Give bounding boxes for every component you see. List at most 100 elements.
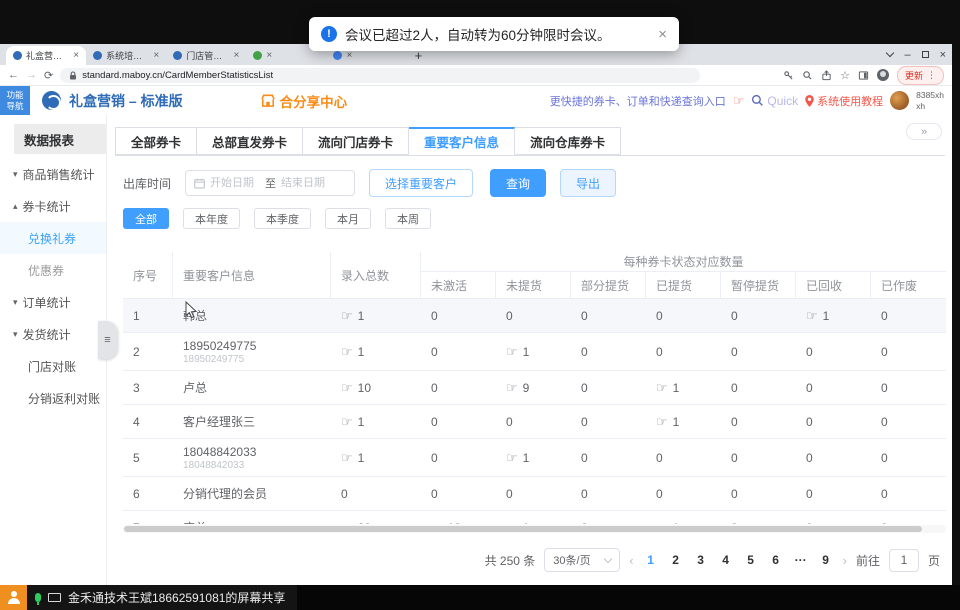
expand-panel-button[interactable]: » xyxy=(906,123,942,140)
browser-tab[interactable]: 礼盒营销平台管理中心× xyxy=(6,46,86,65)
value: 0 xyxy=(581,451,588,465)
tab-close-icon[interactable]: × xyxy=(266,50,272,61)
window-close-button[interactable]: × xyxy=(940,49,946,61)
share-center-link[interactable]: 合分享中心 xyxy=(261,91,348,111)
forward-icon[interactable]: → xyxy=(26,69,37,81)
browser-tab[interactable]: 门店管理中心× xyxy=(166,46,246,65)
browser-profile-icon[interactable] xyxy=(877,69,889,81)
quick-filter-button[interactable]: 全部 xyxy=(123,208,169,229)
export-button[interactable]: 导出 xyxy=(560,169,616,197)
microphone-icon[interactable] xyxy=(35,593,41,602)
filter-row: 出库时间 至 选择重要客户 查询 导出 xyxy=(115,169,952,197)
value: 0 xyxy=(731,487,738,501)
update-browser-button[interactable]: 更新⋮ xyxy=(897,66,944,85)
query-button[interactable]: 查询 xyxy=(490,169,546,197)
browser-tab[interactable]: 系统培训学习 × xyxy=(86,46,166,65)
pointer-hand-icon: ☞ xyxy=(806,309,818,322)
value: 0 xyxy=(431,345,438,359)
password-key-icon[interactable] xyxy=(783,70,794,81)
value: 1 xyxy=(673,381,680,395)
select-important-customer-button[interactable]: 选择重要客户 xyxy=(369,169,473,197)
quick-filter-button[interactable]: 本年度 xyxy=(183,208,240,229)
table-row[interactable]: 21895024977518950249775☞10☞100000 xyxy=(123,333,946,371)
content-tab[interactable]: 重要客户信息 xyxy=(409,127,515,155)
start-date-input[interactable] xyxy=(210,177,260,189)
table-row[interactable]: 6分销代理的会员00000000 xyxy=(123,477,946,511)
table-row[interactable]: 7唐总☞20☞18☞10☞1000 xyxy=(123,511,946,524)
content-tab[interactable]: 全部券卡 xyxy=(115,127,197,155)
sidebar-item-label: 券卡统计 xyxy=(23,198,71,215)
tab-close-icon[interactable]: × xyxy=(73,50,79,61)
sidebar-item[interactable]: 兑换礼券 xyxy=(0,222,106,254)
table-row[interactable]: 1韩总☞100000☞10 xyxy=(123,299,946,333)
page-number[interactable]: 2 xyxy=(668,553,684,567)
customer-cell: 分销代理的会员 xyxy=(173,485,331,502)
page-number[interactable]: 1 xyxy=(643,553,659,567)
tab-favicon-icon xyxy=(93,51,102,60)
tab-close-icon[interactable]: × xyxy=(153,50,159,61)
sidebar-item[interactable]: ▾发货统计 xyxy=(0,318,106,350)
horizontal-scrollbar[interactable] xyxy=(123,525,946,533)
content-tab[interactable]: 总部直发券卡 xyxy=(197,127,303,155)
prev-page-button[interactable]: ‹ xyxy=(629,553,633,568)
address-bar[interactable]: standard.maboy.cn/CardMemberStatisticsLi… xyxy=(60,68,700,83)
date-range-input[interactable]: 至 xyxy=(185,170,355,196)
reload-icon[interactable]: ⟳ xyxy=(44,69,53,82)
app-title: 礼盒营销 – 标准版 xyxy=(69,91,183,111)
user-avatar[interactable] xyxy=(890,91,909,110)
page-ellipsis[interactable]: ··· xyxy=(793,553,809,567)
goto-page-input[interactable] xyxy=(889,549,919,572)
end-date-input[interactable] xyxy=(281,177,331,189)
scrollbar-thumb[interactable] xyxy=(124,526,922,532)
quick-filter-button[interactable]: 本月 xyxy=(325,208,371,229)
table-row[interactable]: 4客户经理张三☞1000☞1000 xyxy=(123,405,946,439)
content-tab[interactable]: 流向门店券卡 xyxy=(303,127,409,155)
quick-search[interactable]: Quick xyxy=(751,94,798,108)
table-body: 1韩总☞100000☞1021895024977518950249775☞10☞… xyxy=(123,299,946,524)
value: 0 xyxy=(656,309,663,323)
sidebar-collapse-handle[interactable]: ≡ xyxy=(98,321,117,359)
value: 1 xyxy=(358,415,365,429)
pointer-hand-icon: ☞ xyxy=(341,415,353,428)
split-view-icon[interactable] xyxy=(858,70,869,81)
page-number[interactable]: 6 xyxy=(768,553,784,567)
function-nav-button[interactable]: 功能导航 xyxy=(0,86,30,115)
sidebar-item[interactable]: 门店对账 xyxy=(0,350,106,382)
table-row[interactable]: 51804884203318048842033☞10☞100000 xyxy=(123,439,946,477)
back-icon[interactable]: ← xyxy=(8,69,19,81)
share-icon[interactable] xyxy=(821,70,832,81)
zoom-icon[interactable] xyxy=(802,70,813,81)
tab-close-icon[interactable]: × xyxy=(346,50,352,61)
tab-search-chevron-icon[interactable] xyxy=(886,49,894,57)
table-row[interactable]: 3卢总☞100☞90☞1000 xyxy=(123,371,946,405)
page-number[interactable]: 5 xyxy=(743,553,759,567)
sidebar-item[interactable]: ▾商品销售统计 xyxy=(0,158,106,190)
content-tab[interactable]: 流向仓库券卡 xyxy=(515,127,621,155)
value-cell: ☞1 xyxy=(331,345,421,359)
page-number[interactable]: 9 xyxy=(818,553,834,567)
participant-icon[interactable] xyxy=(0,585,27,610)
header-status: 已提货 xyxy=(646,272,721,299)
range-separator: 至 xyxy=(265,175,276,191)
tab-title: 系统培训学习 xyxy=(106,49,149,62)
header-customer: 重要客户信息 xyxy=(173,252,331,299)
value-cell: 0 xyxy=(646,345,721,359)
page-number[interactable]: 4 xyxy=(718,553,734,567)
bookmark-star-icon[interactable]: ☆ xyxy=(840,69,850,82)
value: 0 xyxy=(881,521,888,525)
quick-filter-button[interactable]: 本季度 xyxy=(254,208,311,229)
page-number[interactable]: 3 xyxy=(693,553,709,567)
next-page-button[interactable]: › xyxy=(843,553,847,568)
tab-close-icon[interactable]: × xyxy=(233,50,239,61)
sidebar-item[interactable]: ▾订单统计 xyxy=(0,286,106,318)
toast-close-icon[interactable]: × xyxy=(658,26,667,43)
value-cell: 0 xyxy=(571,521,646,525)
page-size-select[interactable]: 30条/页 xyxy=(544,548,620,572)
quick-filter-button[interactable]: 本周 xyxy=(385,208,431,229)
restore-button[interactable] xyxy=(922,51,929,58)
sidebar-item[interactable]: 分销返利对账 xyxy=(0,382,106,414)
sidebar-item[interactable]: 优惠券 xyxy=(0,254,106,286)
system-tutorial-link[interactable]: 系统使用教程 xyxy=(805,93,883,109)
sidebar-item[interactable]: ▴券卡统计 xyxy=(0,190,106,222)
minimize-button[interactable]: – xyxy=(904,49,910,61)
